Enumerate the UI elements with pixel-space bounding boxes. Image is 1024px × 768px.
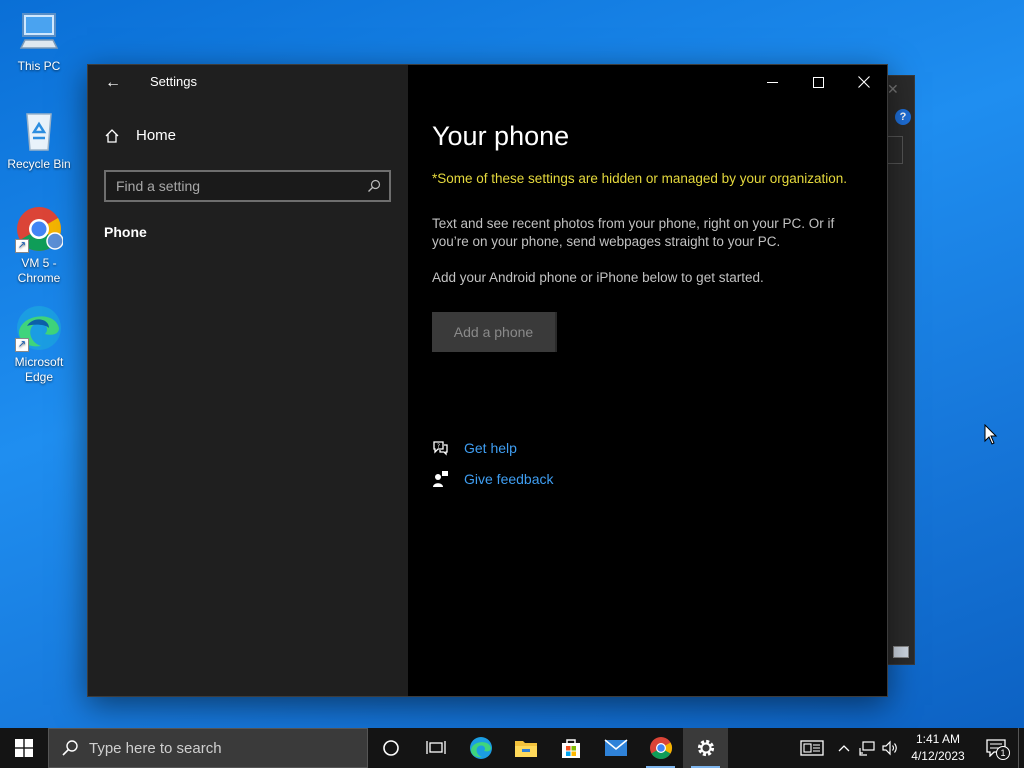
recycle-bin-icon bbox=[15, 106, 63, 154]
volume-button[interactable] bbox=[878, 728, 902, 768]
chrome-icon: ↗ bbox=[15, 205, 64, 253]
add-a-phone-button[interactable]: Add a phone bbox=[432, 312, 557, 352]
find-setting-input[interactable] bbox=[116, 178, 367, 194]
clock-date: 4/12/2023 bbox=[911, 749, 965, 763]
system-tray: 1:41 AM 4/12/2023 1 bbox=[792, 728, 1024, 768]
managed-by-organization-note: *Some of these settings are hidden or ma… bbox=[432, 171, 848, 186]
desktop-icon-label: Microsoft Edge bbox=[14, 355, 64, 384]
action-center-button[interactable]: 1 bbox=[974, 728, 1018, 768]
svg-text:?: ? bbox=[437, 443, 440, 450]
settings-icon bbox=[697, 739, 714, 757]
network-button[interactable] bbox=[856, 728, 878, 768]
desktop-icon-recycle-bin[interactable]: Recycle Bin bbox=[4, 106, 74, 172]
chevron-up-icon bbox=[838, 745, 850, 752]
cortana-icon bbox=[382, 740, 399, 756]
mouse-cursor-icon bbox=[984, 424, 998, 445]
window-title: Settings bbox=[150, 74, 197, 89]
give-feedback-label: Give feedback bbox=[464, 471, 554, 487]
background-window-icon bbox=[893, 646, 909, 658]
taskbar-store[interactable] bbox=[548, 728, 593, 768]
taskbar-chrome[interactable] bbox=[638, 728, 683, 768]
cortana-button[interactable] bbox=[368, 728, 413, 768]
taskbar-file-explorer[interactable] bbox=[503, 728, 548, 768]
help-icon[interactable]: ? bbox=[895, 109, 911, 125]
settings-nav-pane: ← Settings Home Phone bbox=[88, 65, 408, 696]
volume-icon bbox=[882, 740, 897, 756]
show-desktop-button[interactable] bbox=[1018, 728, 1024, 768]
news-icon bbox=[800, 740, 824, 756]
get-help-link[interactable]: ? Get help bbox=[432, 439, 517, 457]
search-icon[interactable] bbox=[367, 179, 381, 193]
chrome-icon bbox=[649, 737, 672, 759]
show-hidden-icons-button[interactable] bbox=[832, 728, 856, 768]
task-view-button[interactable] bbox=[413, 728, 458, 768]
desktop-icon-label: Recycle Bin bbox=[7, 157, 71, 171]
get-help-label: Get help bbox=[464, 440, 517, 456]
taskbar: Type here to search 1:41 AM 4/12/2023 1 bbox=[0, 728, 1024, 768]
back-button[interactable]: ← bbox=[98, 71, 128, 95]
desktop-icon-label: This PC bbox=[17, 59, 61, 73]
shortcut-arrow-icon: ↗ bbox=[15, 338, 29, 352]
desktop-icon-label: VM 5 - Chrome bbox=[17, 256, 61, 285]
taskbar-clock[interactable]: 1:41 AM 4/12/2023 bbox=[902, 731, 974, 765]
task-view-icon bbox=[425, 741, 446, 754]
desktop-icon-this-pc[interactable]: This PC bbox=[4, 8, 74, 74]
windows-logo-icon bbox=[15, 739, 33, 757]
start-button[interactable] bbox=[0, 728, 48, 768]
page-title: Your phone bbox=[432, 121, 570, 151]
this-pc-icon bbox=[15, 8, 63, 56]
give-feedback-link[interactable]: Give feedback bbox=[432, 470, 554, 488]
network-icon bbox=[859, 741, 875, 756]
notification-count-badge: 1 bbox=[996, 746, 1010, 760]
news-widget-button[interactable] bbox=[792, 728, 832, 768]
nav-home-label: Home bbox=[136, 127, 177, 144]
file-explorer-icon bbox=[514, 741, 537, 757]
edge-icon bbox=[469, 737, 492, 759]
search-icon bbox=[62, 740, 78, 756]
taskbar-mail[interactable] bbox=[593, 728, 638, 768]
desktop-icon-microsoft-edge[interactable]: ↗ Microsoft Edge bbox=[4, 304, 74, 385]
clock-time: 1:41 AM bbox=[915, 732, 961, 746]
mail-icon bbox=[603, 739, 628, 756]
give-feedback-icon bbox=[433, 471, 448, 487]
taskbar-search-placeholder: Type here to search bbox=[89, 739, 222, 757]
taskbar-search-box[interactable]: Type here to search bbox=[48, 728, 368, 768]
settings-window: ← Settings Home Phone Your phone bbox=[87, 64, 888, 697]
nav-item-phone[interactable]: Phone bbox=[104, 224, 147, 240]
taskbar-settings[interactable] bbox=[683, 728, 728, 768]
taskbar-edge[interactable] bbox=[458, 728, 503, 768]
phone-description: Text and see recent photos from your pho… bbox=[432, 216, 835, 249]
shortcut-arrow-icon: ↗ bbox=[15, 239, 29, 253]
store-icon bbox=[561, 739, 580, 758]
nav-home[interactable]: Home bbox=[104, 127, 176, 144]
home-icon bbox=[105, 128, 119, 143]
get-help-icon: ? bbox=[433, 441, 448, 456]
find-setting-search[interactable] bbox=[104, 170, 391, 202]
settings-content: Your phone *Some of these settings are h… bbox=[408, 65, 889, 696]
get-started-text: Add your Android phone or iPhone below t… bbox=[432, 270, 764, 285]
desktop-icon-vm5-chrome[interactable]: ↗ VM 5 - Chrome bbox=[4, 205, 74, 286]
edge-icon: ↗ bbox=[15, 304, 63, 352]
